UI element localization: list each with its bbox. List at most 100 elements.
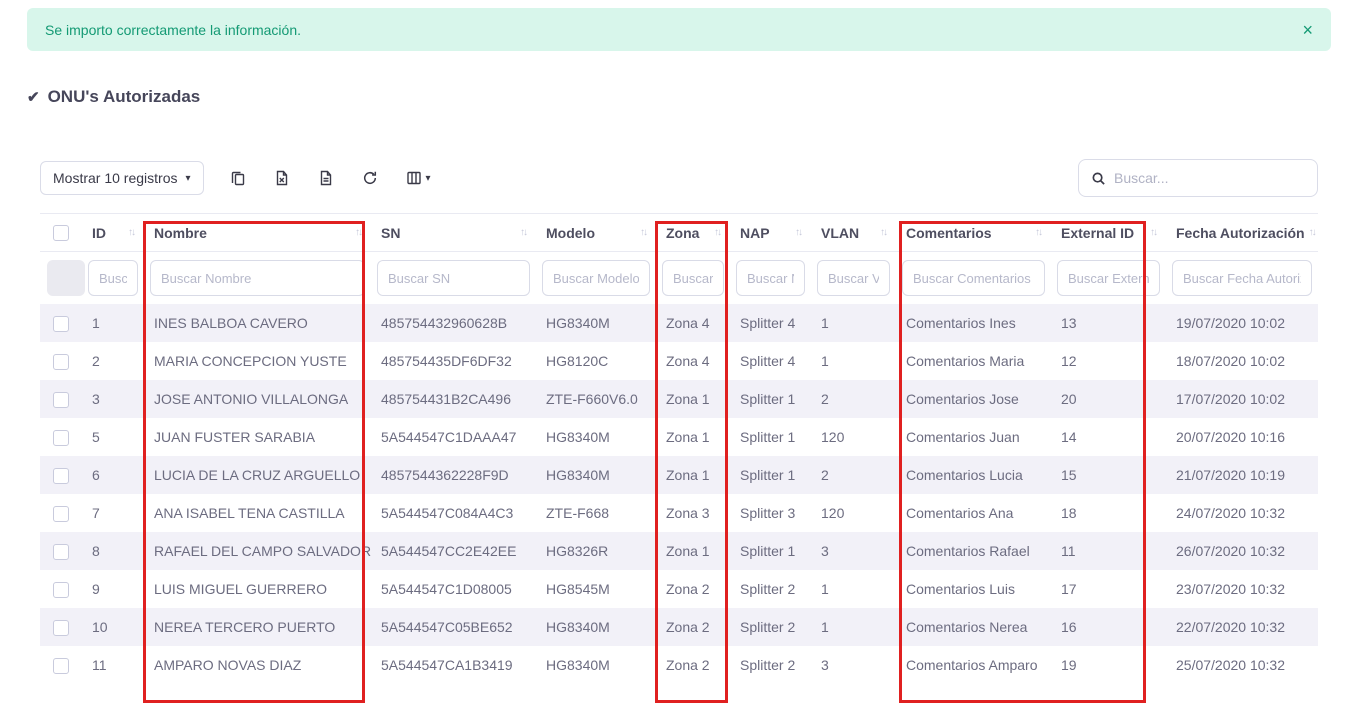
column-header-comentarios[interactable]: Comentarios↑↓ — [896, 214, 1051, 252]
filter-input-external_id[interactable] — [1057, 260, 1160, 296]
column-label: Nombre — [154, 225, 207, 241]
cell-vlan: 1 — [811, 304, 896, 342]
filter-cell-vlan — [811, 252, 896, 305]
column-header-zona[interactable]: Zona↑↓ — [656, 214, 730, 252]
column-header-id[interactable]: ID↑↓ — [82, 214, 144, 252]
table-row: 11AMPARO NOVAS DIAZ5A544547CA1B3419HG834… — [40, 646, 1318, 684]
column-header-modelo[interactable]: Modelo↑↓ — [536, 214, 656, 252]
column-header-vlan[interactable]: VLAN↑↓ — [811, 214, 896, 252]
cell-nap: Splitter 1 — [730, 456, 811, 494]
cell-fecha: 24/07/2020 10:32 — [1166, 494, 1318, 532]
cell-vlan: 3 — [811, 646, 896, 684]
row-checkbox[interactable] — [53, 506, 69, 522]
close-icon[interactable]: × — [1302, 21, 1313, 39]
filter-input-fecha[interactable] — [1172, 260, 1312, 296]
filter-input-id[interactable] — [88, 260, 138, 296]
cell-zona: Zona 1 — [656, 456, 730, 494]
cell-id: 5 — [82, 418, 144, 456]
filter-cell-comentarios — [896, 252, 1051, 305]
select-all-header-cell — [40, 214, 82, 252]
row-checkbox[interactable] — [53, 468, 69, 484]
page-length-dropdown[interactable]: Mostrar 10 registros ▾ — [40, 161, 204, 195]
filter-input-nap[interactable] — [736, 260, 805, 296]
filter-input-nombre[interactable] — [150, 260, 365, 296]
sort-icon: ↑↓ — [355, 227, 361, 238]
column-header-fecha[interactable]: Fecha Autorización↑↓ — [1166, 214, 1318, 252]
column-header-nombre[interactable]: Nombre ↑↓ — [144, 214, 371, 252]
filter-input-zona[interactable] — [662, 260, 724, 296]
filter-cell-modelo — [536, 252, 656, 305]
copy-button[interactable] — [228, 168, 248, 188]
file-export-icon — [318, 170, 334, 186]
row-checkbox[interactable] — [53, 658, 69, 674]
cell-id: 3 — [82, 380, 144, 418]
column-header-nap[interactable]: NAP↑↓ — [730, 214, 811, 252]
row-checkbox[interactable] — [53, 316, 69, 332]
row-checkbox[interactable] — [53, 582, 69, 598]
table-row: 1INES BALBOA CAVERO485754432960628BHG834… — [40, 304, 1318, 342]
cell-nombre: ANA ISABEL TENA CASTILLA — [144, 494, 371, 532]
excel-export-button[interactable] — [272, 168, 292, 188]
copy-icon — [230, 170, 246, 186]
cell-fecha: 25/07/2020 10:32 — [1166, 646, 1318, 684]
file-export-button[interactable] — [316, 168, 336, 188]
refresh-button[interactable] — [360, 168, 380, 188]
column-header-sn[interactable]: SN↑↓ — [371, 214, 536, 252]
row-checkbox[interactable] — [53, 620, 69, 636]
cell-nombre: AMPARO NOVAS DIAZ — [144, 646, 371, 684]
cell-comentarios: Comentarios Luis — [896, 570, 1051, 608]
table-row: 2MARIA CONCEPCION YUSTE485754435DF6DF32H… — [40, 342, 1318, 380]
cell-zona: Zona 2 — [656, 608, 730, 646]
cell-nap: Splitter 1 — [730, 380, 811, 418]
cell-nombre: MARIA CONCEPCION YUSTE — [144, 342, 371, 380]
row-checkbox-cell — [40, 418, 82, 456]
cell-comentarios: Comentarios Rafael — [896, 532, 1051, 570]
column-header-external_id[interactable]: External ID↑↓ — [1051, 214, 1166, 252]
filter-cell-id — [82, 252, 144, 305]
cell-fecha: 23/07/2020 10:32 — [1166, 570, 1318, 608]
chevron-down-icon: ▾ — [185, 173, 190, 184]
excel-export-icon — [274, 170, 290, 186]
cell-external_id: 14 — [1051, 418, 1166, 456]
table-card: Mostrar 10 registros ▾ — [27, 131, 1331, 684]
table-row: 7ANA ISABEL TENA CASTILLA5A544547C084A4C… — [40, 494, 1318, 532]
cell-id: 8 — [82, 532, 144, 570]
column-label: ID — [92, 225, 106, 241]
cell-nombre: RAFAEL DEL CAMPO SALVADOR — [144, 532, 371, 570]
column-visibility-button[interactable]: ▾ — [404, 168, 433, 188]
row-checkbox[interactable] — [53, 354, 69, 370]
alert-message: Se importo correctamente la información. — [45, 22, 301, 38]
filter-row — [40, 252, 1318, 305]
cell-id: 9 — [82, 570, 144, 608]
cell-fecha: 18/07/2020 10:02 — [1166, 342, 1318, 380]
cell-comentarios: Comentarios Ana — [896, 494, 1051, 532]
row-checkbox[interactable] — [53, 430, 69, 446]
cell-nap: Splitter 1 — [730, 418, 811, 456]
cell-external_id: 20 — [1051, 380, 1166, 418]
filter-input-sn[interactable] — [377, 260, 530, 296]
cell-comentarios: Comentarios Amparo — [896, 646, 1051, 684]
select-all-checkbox[interactable] — [53, 225, 69, 241]
sort-icon: ↑↓ — [880, 227, 886, 238]
row-checkbox[interactable] — [53, 544, 69, 560]
filter-checkbox-cell — [40, 252, 82, 305]
cell-nombre: JUAN FUSTER SARABIA — [144, 418, 371, 456]
cell-nap: Splitter 2 — [730, 646, 811, 684]
cell-zona: Zona 4 — [656, 304, 730, 342]
table-body: 1INES BALBOA CAVERO485754432960628BHG834… — [40, 304, 1318, 684]
table-row: 6LUCIA DE LA CRUZ ARGUELLO4857544362228F… — [40, 456, 1318, 494]
cell-vlan: 3 — [811, 532, 896, 570]
cell-sn: 5A544547C1DAAA47 — [371, 418, 536, 456]
search-input[interactable] — [1114, 170, 1305, 186]
row-checkbox-cell — [40, 646, 82, 684]
row-checkbox-cell — [40, 342, 82, 380]
cell-external_id: 19 — [1051, 646, 1166, 684]
row-checkbox[interactable] — [53, 392, 69, 408]
cell-modelo: HG8545M — [536, 570, 656, 608]
cell-nombre: JOSE ANTONIO VILLALONGA — [144, 380, 371, 418]
filter-input-comentarios[interactable] — [902, 260, 1045, 296]
filter-input-modelo[interactable] — [542, 260, 650, 296]
filter-input-vlan[interactable] — [817, 260, 890, 296]
cell-nombre: NEREA TERCERO PUERTO — [144, 608, 371, 646]
cell-nap: Splitter 2 — [730, 608, 811, 646]
